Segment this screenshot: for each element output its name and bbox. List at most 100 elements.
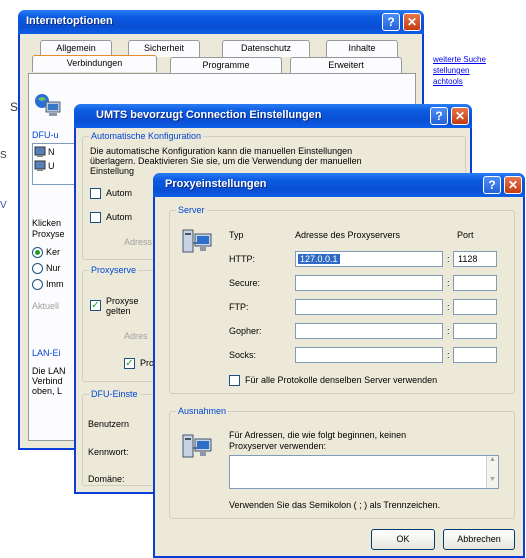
auto-detect-label: Autom	[106, 188, 133, 198]
username-label: Benutzern	[88, 419, 130, 429]
bg-link[interactable]: achtools	[433, 77, 463, 86]
close-icon[interactable]: ✕	[451, 107, 469, 125]
auto-config-text: Die automatische Konfiguration kann die …	[90, 146, 353, 156]
colon: :	[447, 350, 450, 360]
exceptions-computer-icon	[181, 431, 213, 463]
bg-link[interactable]: weiterte Suche	[433, 55, 486, 64]
use-proxy-checkbox[interactable]: ✓	[90, 300, 101, 311]
col-typ: Typ	[229, 230, 244, 240]
http-port-value: 1128	[458, 254, 478, 264]
lan-text: oben, L	[32, 386, 63, 396]
bypass-local-label: Pro	[140, 358, 155, 368]
ftp-address-field[interactable]	[295, 299, 443, 315]
gopher-port-field[interactable]	[453, 323, 497, 339]
dfu-group-label: DFU-u	[32, 130, 59, 140]
tab-inhalte[interactable]: Inhalte	[326, 40, 398, 57]
scroll-down-icon[interactable]: ▼	[487, 476, 498, 486]
auto-config-label: Automatische Konfiguration	[89, 131, 204, 141]
row-label-gopher: Gopher:	[229, 326, 262, 336]
tab-programme[interactable]: Programme	[170, 57, 282, 74]
same-proxy-checkbox[interactable]	[229, 375, 240, 386]
colon: :	[447, 302, 450, 312]
proxy-server-label: Proxyserve	[89, 265, 139, 275]
secure-address-field[interactable]	[295, 275, 443, 291]
http-port-field[interactable]: 1128	[453, 251, 497, 267]
auto-config-text: Einstellung	[90, 166, 135, 176]
help-icon[interactable]: ?	[430, 107, 448, 125]
col-port: Port	[457, 230, 474, 240]
row-label-socks: Socks:	[229, 350, 257, 360]
domain-label: Domäne:	[88, 474, 125, 484]
lan-text: Die LAN	[32, 366, 66, 376]
proxy-address-label: Adres	[124, 331, 148, 341]
secure-port-field[interactable]	[453, 275, 497, 291]
proxyse-text: Proxyse	[32, 229, 65, 239]
socks-address-field[interactable]	[295, 347, 443, 363]
tab-erweitert[interactable]: Erweitert	[290, 57, 402, 74]
bg-letter: V	[0, 200, 7, 211]
auto-config-text: überlagern. Deaktivieren Sie sie, um die…	[90, 156, 362, 166]
bg-letter: S	[0, 150, 7, 161]
radio-immer-label: Imm	[46, 279, 64, 289]
bg-letter: S	[10, 100, 19, 114]
password-label: Kennwort:	[88, 447, 129, 457]
dfu-settings-label: DFU-Einste	[89, 389, 140, 399]
radio-immer[interactable]	[32, 279, 43, 290]
proxy-settings-window: Proxyeinstellungen ? ✕ Server Typ Adress…	[153, 173, 525, 558]
row-label-http: HTTP:	[229, 254, 255, 264]
help-icon[interactable]: ?	[483, 176, 501, 194]
row-label-secure: Secure:	[229, 278, 261, 288]
exceptions-text: Proxyserver verwenden:	[229, 441, 327, 451]
internet-options-titlebar[interactable]: Internetoptionen ? ✕	[18, 10, 424, 34]
radio-keine-label: Ker	[46, 247, 61, 257]
server-group-label: Server	[176, 205, 207, 215]
exceptions-text: Für Adressen, die wie folgt beginnen, ke…	[229, 430, 407, 440]
auto-detect-checkbox[interactable]	[90, 188, 101, 199]
http-address-field[interactable]: 127.0.0.1	[295, 251, 443, 267]
list-item[interactable]: U	[48, 161, 55, 171]
umts-title: UMTS bevorzugt Connection Einstellungen	[96, 109, 322, 121]
radio-nur-label: Nur	[46, 263, 61, 273]
bypass-local-checkbox[interactable]: ✓	[124, 358, 135, 369]
auto-script-checkbox[interactable]	[90, 212, 101, 223]
close-icon[interactable]: ✕	[403, 13, 421, 31]
use-proxy-label: gelten	[106, 306, 131, 316]
close-icon[interactable]: ✕	[504, 176, 522, 194]
colon: :	[447, 254, 450, 264]
lan-group-label: LAN-Ei	[32, 348, 61, 358]
umts-titlebar[interactable]: UMTS bevorzugt Connection Einstellungen …	[74, 104, 472, 128]
http-address-value: 127.0.0.1	[298, 254, 340, 264]
scroll-up-icon[interactable]: ▲	[487, 456, 498, 466]
ftp-port-field[interactable]	[453, 299, 497, 315]
list-item[interactable]: N	[48, 147, 55, 157]
proxy-title: Proxyeinstellungen	[165, 178, 267, 190]
row-label-ftp: FTP:	[229, 302, 249, 312]
internet-options-title: Internetoptionen	[26, 15, 113, 27]
server-computer-icon	[181, 226, 213, 258]
colon: :	[447, 326, 450, 336]
col-address: Adresse des Proxyservers	[295, 230, 401, 240]
klicken-text: Klicken	[32, 218, 62, 228]
help-icon[interactable]: ?	[382, 13, 400, 31]
proxy-titlebar[interactable]: Proxyeinstellungen ? ✕	[153, 173, 525, 197]
exceptions-hint: Verwenden Sie das Semikolon ( ; ) als Tr…	[229, 500, 441, 510]
use-proxy-label: Proxyse	[106, 296, 139, 306]
connection-icon	[34, 146, 46, 160]
network-setup-icon	[34, 92, 64, 120]
tab-datenschutz[interactable]: Datenschutz	[222, 40, 310, 57]
cancel-button[interactable]: Abbrechen	[443, 529, 515, 550]
connection-icon	[34, 160, 46, 174]
tab-verbindungen[interactable]: Verbindungen	[32, 55, 157, 72]
gopher-address-field[interactable]	[295, 323, 443, 339]
radio-keine[interactable]	[32, 247, 43, 258]
exceptions-scrollbar[interactable]: ▲ ▼	[486, 456, 498, 488]
bg-link[interactable]: stellungen	[433, 66, 469, 75]
aktuell-text: Aktuell	[32, 301, 60, 311]
exceptions-textarea[interactable]: ▲ ▼	[229, 455, 499, 489]
radio-nur[interactable]	[32, 263, 43, 274]
same-proxy-label: Für alle Protokolle denselben Server ver…	[245, 375, 438, 385]
colon: :	[447, 278, 450, 288]
socks-port-field[interactable]	[453, 347, 497, 363]
auto-script-label: Autom	[106, 212, 133, 222]
ok-button[interactable]: OK	[371, 529, 435, 550]
